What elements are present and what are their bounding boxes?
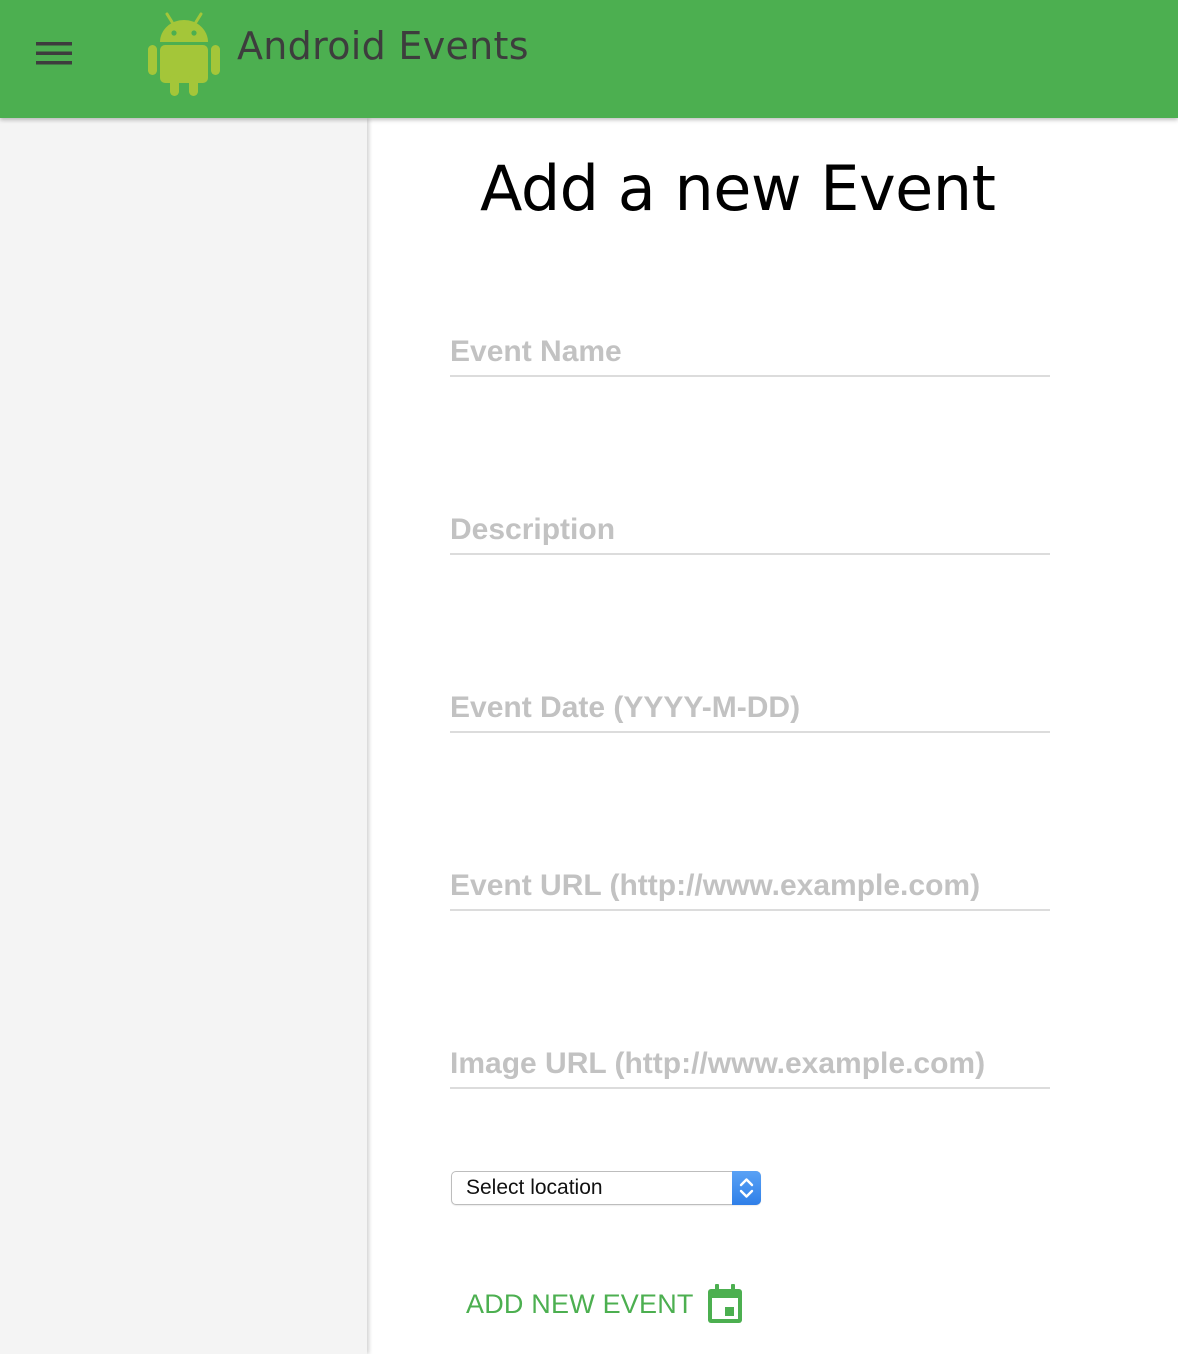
event-name-input[interactable]	[450, 335, 1050, 369]
app-title: Android Events	[237, 24, 529, 68]
calendar-event-icon	[707, 1284, 742, 1323]
image-url-input[interactable]	[450, 1047, 1050, 1081]
select-up-down-arrows-icon	[739, 1178, 754, 1198]
description-input[interactable]	[450, 513, 1050, 547]
app-bar: Android Events	[0, 0, 1178, 118]
app-logo	[146, 12, 222, 98]
description-field	[450, 497, 1050, 555]
select-arrows-button	[732, 1171, 761, 1205]
main-content: Add a new Event Select location ADD NEW …	[367, 118, 1178, 1354]
event-url-input[interactable]	[450, 869, 1050, 903]
event-name-field	[450, 319, 1050, 377]
image-url-field	[450, 1031, 1050, 1089]
location-select-value: Select location	[466, 1176, 603, 1199]
event-date-field	[450, 675, 1050, 733]
menu-button[interactable]	[26, 34, 82, 74]
add-new-event-button[interactable]: ADD NEW EVENT	[466, 1280, 744, 1328]
location-select[interactable]: Select location	[451, 1171, 761, 1205]
page-title: Add a new Event	[480, 152, 996, 225]
hamburger-menu-icon	[36, 42, 72, 65]
event-date-input[interactable]	[450, 691, 1050, 725]
android-robot-icon	[148, 12, 220, 96]
event-url-field	[450, 853, 1050, 911]
add-new-event-label: ADD NEW EVENT	[466, 1288, 694, 1319]
sidebar	[0, 118, 367, 1354]
